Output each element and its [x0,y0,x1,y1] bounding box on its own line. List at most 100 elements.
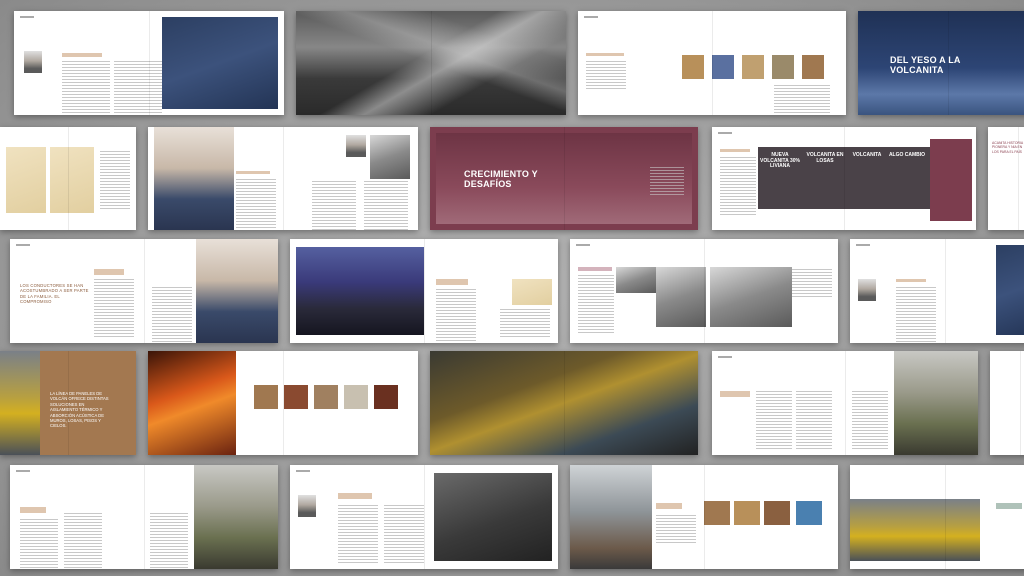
ad-poster: NUEVA VOLCANITA 30% LIVIANA [760,152,801,169]
running-header [718,132,735,135]
building-photo [710,267,792,327]
thumbnail-photo [682,55,704,79]
workers-photo [434,473,552,561]
spread-17 [712,351,978,455]
spread-19 [10,465,278,569]
body-text [796,391,832,449]
section-heading [338,493,372,499]
thumbnail-photo [802,55,824,79]
spread-12 [570,239,838,343]
thumbnail-photo [284,385,308,409]
body-text [94,279,134,337]
spread-22 [850,465,1024,569]
cover-title: DEL YESO A LA VOLCANITA [890,55,961,75]
executive-portrait [196,239,278,343]
plant-photo [850,499,980,561]
spread-6 [148,127,418,230]
author-portrait [298,495,316,517]
body-text [650,167,684,197]
plant-night-photo [296,247,424,335]
spread-9-partial: ACANITA HISTORIA PIONERA Y NIA EN LOS PA… [988,127,1024,230]
section-heading [578,267,612,271]
ad-poster: VOLCANITA [852,152,882,158]
book-spreads-collage: DEL YESO A LA VOLCANITA CRECIMIENTO Y DE… [0,0,1024,576]
thumbnail-photo [254,385,278,409]
running-header [20,16,37,19]
body-text [364,181,408,230]
pull-quote: LOS CONDUCTORES SE HAN ACOSTUMBRADO A SE… [20,283,89,305]
cover-title: CRECIMIENTO Y DESAFÍOS [464,169,538,189]
plant-photo [0,351,40,455]
body-text [384,505,424,563]
spread-8: NUEVA VOLCANITA 30% LIVIANA VOLCANITA EN… [712,127,976,230]
author-portrait [24,51,42,73]
spread-18-partial [990,351,1024,455]
running-header [856,244,873,247]
section-heading [20,507,46,513]
thumbnail-photo [314,385,338,409]
body-text [500,309,550,339]
body-text [236,179,276,230]
section-heading [720,149,750,152]
spread-7-cover: CRECIMIENTO Y DESAFÍOS [430,127,698,230]
ad-poster: VOLCANITA EN LOSAS [806,152,844,164]
author-portrait [858,279,876,301]
spread-21 [570,465,838,569]
body-text [338,505,378,563]
document-scan [50,147,94,213]
body-text [312,181,356,230]
spread-5 [0,127,136,230]
body-text [896,287,936,343]
running-header [16,470,33,473]
building-photo [656,267,706,327]
body-text [20,519,58,569]
body-text [756,391,792,449]
executive-portrait [154,127,234,230]
thumbnail-photo [742,55,764,79]
thumbnail-photo [374,385,398,409]
thumbnail-photo [344,385,368,409]
running-header [296,470,313,473]
section-heading [236,171,270,174]
running-header [576,244,593,247]
thumbnail-photo [704,501,730,525]
thumbnail-photo [734,501,760,525]
section-heading [720,391,750,397]
thumbnail-photo [764,501,790,525]
spread-16-factory-photo [430,351,698,455]
spread-1 [14,11,284,115]
thumbnail-photo [712,55,734,79]
running-header [16,244,33,247]
section-heading [896,279,926,282]
archive-photo [370,135,410,179]
spread-10: LOS CONDUCTORES SE HAN ACOSTUMBRADO A SE… [10,239,278,343]
section-heading [436,279,468,285]
body-text [150,513,188,569]
spread-11 [290,239,558,343]
spread-14: LA LÍNEA DE PANELES DE VOLCÁN OFRECE DIS… [0,351,136,455]
archive-photo [346,135,366,157]
warehouse-photo [570,465,652,569]
plant-photo [894,351,978,455]
document-scan [6,147,46,213]
spread-2-mountain-photo [296,11,566,115]
pull-quote: LA LÍNEA DE PANELES DE VOLCÁN OFRECE DIS… [50,391,109,429]
body-text [152,287,192,343]
building-photo [616,267,656,293]
body-text [62,61,110,115]
section-heading [656,503,682,509]
body-text [114,61,162,115]
section-heading [996,503,1022,509]
body-text [100,151,130,209]
body-text [436,289,476,343]
section-heading [94,269,124,275]
body-text [578,275,614,333]
archive-clipping [512,279,552,305]
furnace-photo [148,351,236,455]
section-heading [62,53,102,57]
body-text [792,269,832,299]
plant-photo [194,465,278,569]
section-heading [586,53,624,56]
ad-poster: ALGO CAMBIO [888,152,926,158]
body-text [852,391,888,449]
